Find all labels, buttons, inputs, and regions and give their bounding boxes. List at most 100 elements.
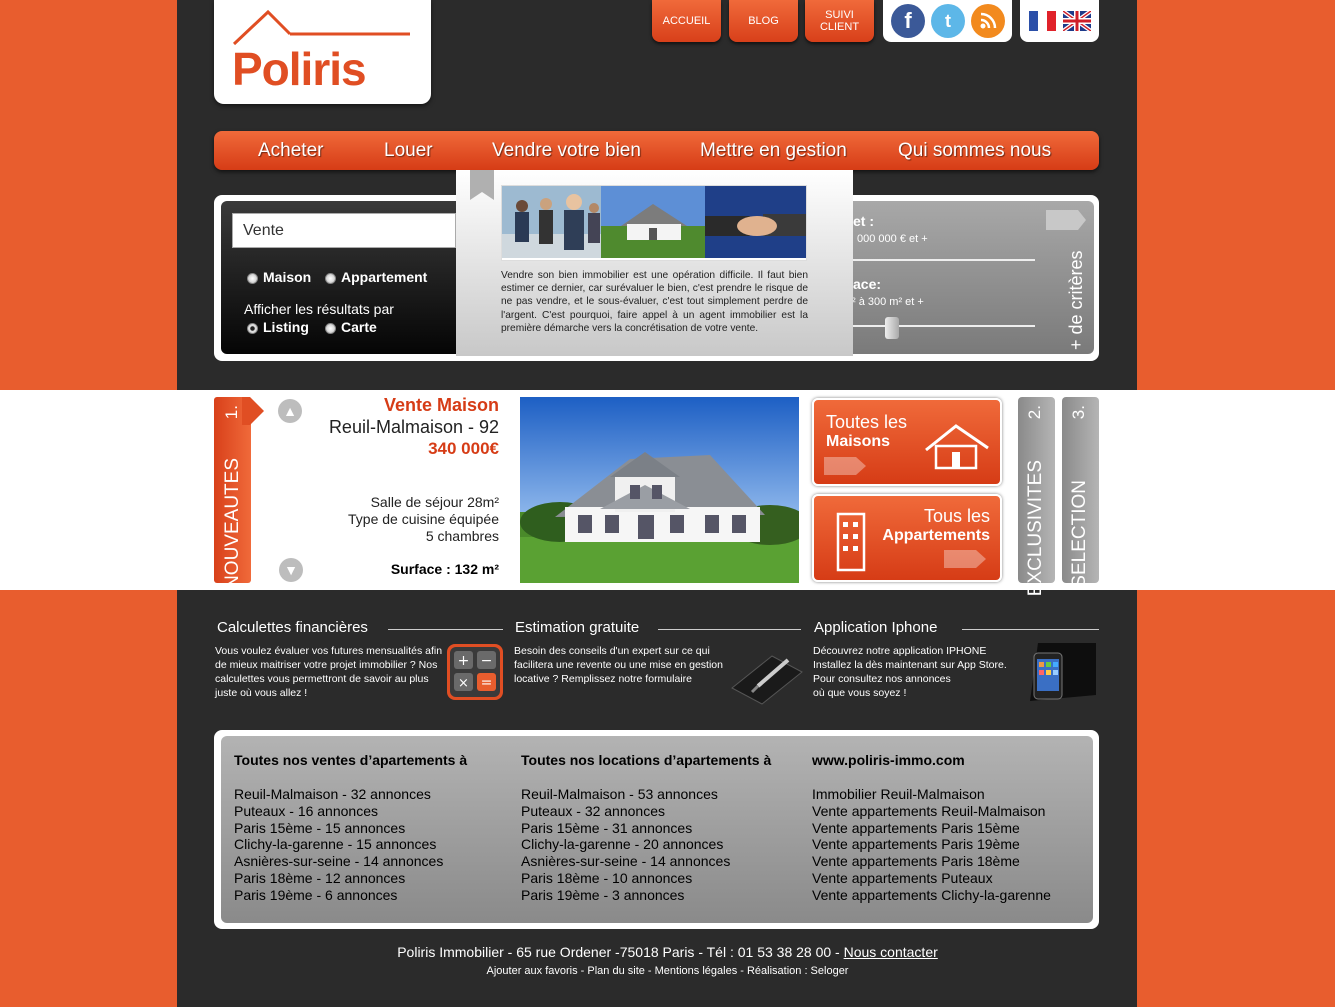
exclusivites-label: EXCLUSIVITES xyxy=(1025,460,1046,597)
nav-qui-sommes-nous[interactable]: Qui sommes nous xyxy=(898,140,1051,162)
surface-slider-handle[interactable] xyxy=(885,317,899,339)
pen-notebook-icon[interactable] xyxy=(728,646,804,708)
property-detail: Salle de séjour 28m² xyxy=(370,494,499,510)
calc-title[interactable]: Calculettes financières xyxy=(217,619,368,636)
criteria-price-value: 000 000 € et + xyxy=(857,233,928,245)
logo[interactable]: Poliris xyxy=(214,0,431,104)
divider xyxy=(658,629,801,630)
radio-listing[interactable]: Listing xyxy=(247,319,309,335)
svg-text:×: × xyxy=(458,676,469,691)
tous-appartements-button[interactable]: Tous les Appartements xyxy=(812,494,1002,582)
surface-slider[interactable] xyxy=(848,325,1035,327)
calc-text: Vous voulez évaluer vos futures mensuali… xyxy=(215,645,443,699)
nouveautes-number: 1. xyxy=(222,405,241,420)
ventes-column: Toutes nos ventes d’apartements à Reuil-… xyxy=(234,752,467,904)
tab-arrow-icon xyxy=(242,397,264,425)
svg-text:−: − xyxy=(481,653,493,669)
list-item[interactable]: Vente appartements Reuil-Malmaison xyxy=(812,803,1051,820)
arrow-icon xyxy=(824,457,866,475)
building-icon xyxy=(836,512,866,572)
blog-button[interactable]: BLOG xyxy=(729,0,798,42)
house-image xyxy=(601,186,705,258)
iphone-icon[interactable] xyxy=(1024,639,1100,703)
handshake-image xyxy=(704,186,806,258)
list-item[interactable]: Vente appartements Paris 18ème xyxy=(812,853,1051,870)
more-criteria-button[interactable]: + de critères xyxy=(1066,240,1090,350)
criteria-surface-label: ace: xyxy=(853,276,882,292)
list-item[interactable]: Paris 19ème - 3 annonces xyxy=(521,887,771,904)
list-item[interactable]: Puteaux - 16 annonces xyxy=(234,803,467,820)
radio-maison[interactable]: Maison xyxy=(247,269,311,285)
twitter-icon[interactable]: t xyxy=(931,4,965,38)
arrow-flag-icon xyxy=(1046,210,1086,230)
french-flag-icon[interactable] xyxy=(1028,11,1057,31)
price-slider[interactable] xyxy=(848,259,1035,261)
exclusivites-number: 2. xyxy=(1025,405,1044,420)
svg-text:=: = xyxy=(481,675,493,691)
list-item[interactable]: Reuil-Malmaison - 32 annonces xyxy=(234,786,467,803)
calculator-icon[interactable]: + − × = xyxy=(446,643,504,701)
divider xyxy=(962,629,1099,630)
logo-text: Poliris xyxy=(232,43,367,95)
search-input[interactable]: Vente xyxy=(232,213,456,248)
nav-vendre[interactable]: Vendre votre bien xyxy=(492,140,641,162)
list-item[interactable]: Asnières-sur-seine - 14 annonces xyxy=(521,853,771,870)
iphone-app-title[interactable]: Application Iphone xyxy=(814,619,937,636)
toutes-maisons-button[interactable]: Toutes les Maisons xyxy=(812,398,1002,486)
list-item[interactable]: Vente appartements Puteaux xyxy=(812,870,1051,887)
property-surface: Surface : 132 m² xyxy=(390,561,499,577)
nav-louer[interactable]: Louer xyxy=(384,140,433,162)
main-navigation: Acheter Louer Vendre votre bien Mettre e… xyxy=(214,131,1099,170)
facebook-icon[interactable]: f xyxy=(891,4,925,38)
list-item[interactable]: Asnières-sur-seine - 14 annonces xyxy=(234,853,467,870)
estimation-title[interactable]: Estimation gratuite xyxy=(515,619,639,636)
iphone-app-text: Découvrez notre application IPHONE Instal… xyxy=(813,645,1007,699)
language-switcher xyxy=(1020,0,1099,42)
popup-images xyxy=(501,185,807,261)
list-item[interactable]: Reuil-Malmaison - 53 annonces xyxy=(521,786,771,803)
contact-link[interactable]: Nous contacter xyxy=(844,944,938,960)
list-item[interactable]: Paris 18ème - 10 annonces xyxy=(521,870,771,887)
list-item[interactable]: Paris 19ème - 6 annonces xyxy=(234,887,467,904)
estimation-text: Besoin des conseils d'un expert sur ce q… xyxy=(514,645,723,685)
nav-gestion[interactable]: Mettre en gestion xyxy=(700,140,847,162)
rss-icon[interactable] xyxy=(971,4,1005,38)
list-item[interactable]: Clichy-la-garenne - 20 annonces xyxy=(521,836,771,853)
featured-property[interactable]: Vente Maison Reuil-Malmaison - 92 340 00… xyxy=(300,395,499,585)
criteria-price-label: et : xyxy=(853,213,874,229)
bookmark-icon xyxy=(470,170,494,200)
footer-links[interactable]: Ajouter aux favoris - Plan du site - Men… xyxy=(0,965,1335,977)
radio-carte[interactable]: Carte xyxy=(325,319,377,335)
property-price: 340 000€ xyxy=(428,439,499,458)
svg-text:+: + xyxy=(458,653,470,669)
list-item[interactable]: Vente appartements Clichy-la-garenne xyxy=(812,887,1051,904)
nouveautes-label: NOUVEAUTES xyxy=(222,458,243,589)
list-item[interactable]: Paris 15ème - 31 annonces xyxy=(521,820,771,837)
site-links-column: www.poliris-immo.com Immobilier Reuil-Ma… xyxy=(812,752,1051,904)
scroll-up-icon[interactable]: ▲ xyxy=(278,399,302,423)
list-item[interactable]: Vente appartements Paris 19ème xyxy=(812,836,1051,853)
list-item[interactable]: Puteaux - 32 annonces xyxy=(521,803,771,820)
selection-number: 3. xyxy=(1069,405,1088,420)
selection-label: SELECTION xyxy=(1069,480,1090,588)
list-item[interactable]: Paris 18ème - 12 annonces xyxy=(234,870,467,887)
uk-flag-icon[interactable] xyxy=(1062,11,1091,31)
divider xyxy=(388,629,503,630)
list-item[interactable]: Clichy-la-garenne - 15 annonces xyxy=(234,836,467,853)
social-links: f t xyxy=(883,0,1012,42)
list-item[interactable]: Vente appartements Paris 15ème xyxy=(812,820,1051,837)
property-photo[interactable] xyxy=(520,397,799,583)
suivi-client-button[interactable]: SUIVI CLIENT xyxy=(805,0,874,42)
site-title: www.poliris-immo.com xyxy=(812,752,965,768)
property-detail: 5 chambres xyxy=(425,528,499,544)
list-item[interactable]: Paris 15ème - 15 annonces xyxy=(234,820,467,837)
radio-appartement[interactable]: Appartement xyxy=(325,269,427,285)
list-item[interactable]: Immobilier Reuil-Malmaison xyxy=(812,786,1051,803)
display-label: Afficher les résultats par xyxy=(244,301,394,317)
nav-acheter[interactable]: Acheter xyxy=(258,140,323,162)
locations-title: Toutes nos locations d’apartements à xyxy=(521,752,772,768)
house-icon xyxy=(925,424,989,470)
popup-text: Vendre son bien immobilier est une opéra… xyxy=(501,270,808,334)
ventes-title: Toutes nos ventes d’apartements à xyxy=(234,752,468,768)
accueil-button[interactable]: ACCUEIL xyxy=(652,0,721,42)
